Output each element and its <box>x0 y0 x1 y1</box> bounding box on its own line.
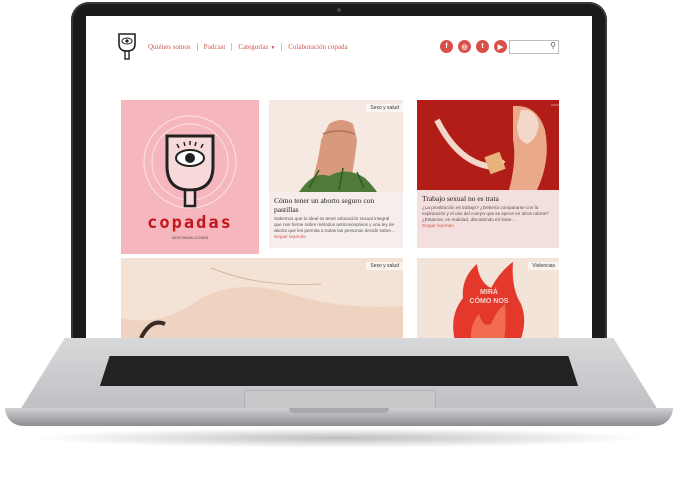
brand-name: copadas <box>147 213 233 233</box>
search-input[interactable]: ⚲ <box>509 40 559 54</box>
nav-item-label: Categorías <box>238 43 269 51</box>
facebook-icon[interactable]: f <box>440 40 453 53</box>
brand-card[interactable]: copadas NOS PASAN COSAS <box>121 100 259 254</box>
category-badge[interactable]: Violencias <box>528 262 559 270</box>
brand-tagline: NOS PASAN COSAS <box>171 236 209 240</box>
browser-screen: Quiénes somos Podcast Categorías ▼ Colabo… <box>86 16 592 339</box>
search-icon[interactable]: ⚲ <box>550 41 556 50</box>
post-title[interactable]: Trabajo sexual no es trata <box>417 190 559 205</box>
keyboard <box>99 356 579 386</box>
post-card[interactable]: Trabajo sexual no es trata ¿La prostituc… <box>417 100 559 248</box>
card-text: Cómo tener un aborto seguro con pastilla… <box>269 192 403 248</box>
read-more-link[interactable]: Seguir leyendo <box>269 234 403 241</box>
main-nav: Quiénes somos Podcast Categorías ▼ Colabo… <box>142 43 354 51</box>
post-card[interactable]: Violencias MIRÁ CÓMO NOS <box>417 258 559 339</box>
fist-illustration <box>299 120 377 192</box>
post-title[interactable]: Cómo tener un aborto seguro con pastilla… <box>269 192 403 216</box>
copadas-logo-icon[interactable] <box>116 32 138 60</box>
reclining-figure-illustration <box>121 267 403 339</box>
post-card[interactable]: Sexo y salud Cómo tener un aborto seguro… <box>269 100 403 248</box>
social-links: f ◎ t ▶ <box>440 40 507 53</box>
category-badge[interactable]: Sexo y salud <box>366 104 403 112</box>
card-text: Trabajo sexual no es trata ¿La prostituc… <box>417 190 559 248</box>
chevron-down-icon: ▼ <box>270 46 276 51</box>
site-header: Quiénes somos Podcast Categorías ▼ Colabo… <box>86 16 592 80</box>
artwork-lettering: MIRÁ CÓMO NOS <box>469 289 509 305</box>
laptop-shadow <box>30 428 648 448</box>
woman-illustration <box>434 105 547 190</box>
lid-notch <box>289 408 389 413</box>
nav-item-podcast[interactable]: Podcast <box>196 43 232 51</box>
nav-item-colaboracion[interactable]: Colaboración copada <box>281 43 353 51</box>
trackpad <box>244 390 436 410</box>
camera-icon <box>337 8 341 12</box>
instagram-icon[interactable]: ◎ <box>458 40 471 53</box>
category-badge[interactable] <box>551 104 559 106</box>
post-card[interactable]: Sexo y salud <box>121 258 403 339</box>
nav-item-quienes-somos[interactable]: Quiénes somos <box>142 43 197 51</box>
category-badge[interactable]: Sexo y salud <box>366 262 403 270</box>
nav-item-categorias[interactable]: Categorías ▼ <box>231 43 281 51</box>
post-excerpt: ¿La prostitución es trabajo? ¿Debería co… <box>422 205 549 222</box>
youtube-icon[interactable]: ▶ <box>494 40 507 53</box>
post-excerpt: Sabemos que lo ideal es tener educación … <box>274 216 395 233</box>
read-more-link[interactable]: Seguir leyendo <box>417 223 559 230</box>
twitter-icon[interactable]: t <box>476 40 489 53</box>
